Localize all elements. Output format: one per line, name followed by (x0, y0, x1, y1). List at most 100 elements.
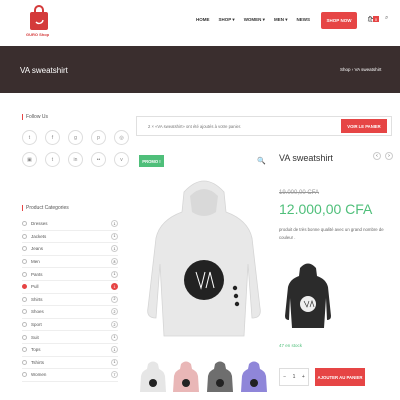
category-label: Tshirts (31, 359, 45, 365)
category-count: 1 (111, 220, 118, 228)
category-item[interactable]: Jackets 1 (22, 231, 118, 244)
category-item[interactable]: Tops 1 (22, 344, 118, 357)
social-icons: t f g p ◎ ▣ t in •• v (22, 130, 129, 167)
category-count: 1 (111, 270, 118, 278)
pinterest-icon[interactable]: p (91, 130, 106, 145)
product-thumbnail[interactable] (206, 358, 234, 398)
category-item[interactable]: Pants 1 (22, 268, 118, 281)
tumblr-icon[interactable]: t (45, 152, 60, 167)
vimeo-icon[interactable]: v (114, 152, 129, 167)
category-count: 1 (111, 232, 118, 240)
product-title: VA sweatshirt (279, 153, 333, 163)
category-item[interactable]: Jeans 1 (22, 243, 118, 256)
product-thumbnail[interactable] (172, 358, 200, 398)
category-radio[interactable] (22, 233, 27, 239)
nav-shop[interactable]: SHOP ▾ (219, 17, 235, 23)
cart-count-badge: 0 (373, 16, 379, 22)
follow-us-title: Follow Us (22, 114, 48, 120)
category-count: 2 (111, 295, 118, 303)
category-item[interactable]: Shoes 2 (22, 306, 118, 319)
category-label: Shirts (31, 296, 43, 302)
category-count: 1 (111, 245, 118, 253)
category-radio[interactable] (22, 284, 27, 290)
shop-now-button[interactable]: SHOP NOW (321, 12, 357, 29)
category-radio[interactable] (22, 271, 27, 277)
category-label: Women (31, 372, 47, 378)
category-count: 1 (111, 333, 118, 341)
dribbble-icon[interactable]: ◎ (114, 130, 129, 145)
breadcrumb[interactable]: Shop › VA sweatshirt (340, 67, 381, 72)
category-radio[interactable] (22, 347, 27, 353)
category-label: Dresses (31, 221, 48, 227)
category-count: 2 (111, 308, 118, 316)
nav-news[interactable]: NEWS (296, 17, 310, 23)
category-label: Jeans (31, 246, 44, 252)
category-radio[interactable] (22, 259, 27, 265)
category-item[interactable]: Women 7 (22, 369, 118, 382)
category-count: 1 (111, 346, 118, 354)
category-label: Sport (31, 322, 42, 328)
promo-badge: PROMO ! (139, 155, 164, 167)
category-item[interactable]: Sport 2 (22, 319, 118, 332)
next-product-icon[interactable]: › (385, 152, 393, 160)
category-radio[interactable] (22, 246, 27, 252)
google-plus-icon[interactable]: g (68, 130, 83, 145)
nav-home[interactable]: HOME (196, 17, 210, 23)
category-list: Dresses 1 Jackets 1 Jeans 1 Men 8 Pants 1 Pull 1 Shi… (22, 218, 118, 382)
search-icon[interactable]: ⌕ (385, 15, 388, 22)
nav-men[interactable]: MEN ▾ (274, 17, 288, 23)
category-count: 8 (111, 258, 118, 266)
category-item[interactable]: Dresses 1 (22, 218, 118, 231)
category-count: 7 (111, 371, 118, 379)
category-label: Pants (31, 271, 43, 277)
category-label: Suit (31, 334, 39, 340)
category-count: 2 (111, 321, 118, 329)
qty-plus[interactable]: + (302, 374, 305, 380)
instagram-icon[interactable]: ▣ (22, 152, 37, 167)
qty-value[interactable]: 1 (293, 374, 296, 380)
flickr-icon[interactable]: •• (91, 152, 106, 167)
category-radio[interactable] (22, 334, 27, 340)
product-variant-image (285, 263, 331, 328)
qty-minus[interactable]: − (283, 374, 286, 380)
page-title: VA sweatshirt (20, 66, 68, 75)
stock-status: 47 en stock (279, 343, 303, 348)
category-radio[interactable] (22, 296, 27, 302)
logo-text: GURO Shop (26, 32, 50, 37)
logo-bag-icon[interactable] (28, 5, 50, 31)
category-item[interactable]: Men 8 (22, 256, 118, 269)
category-item[interactable]: Shirts 2 (22, 294, 118, 307)
product-description: produit de très bonne qualité avec un gr… (279, 227, 384, 240)
facebook-icon[interactable]: f (45, 130, 60, 145)
quantity-stepper[interactable]: − 1 + (279, 368, 309, 386)
category-radio[interactable] (22, 322, 27, 328)
add-to-cart-button[interactable]: AJOUTER AU PANIER (315, 368, 365, 386)
category-count: 1 (111, 283, 118, 291)
category-item[interactable]: Pull 1 (22, 281, 118, 294)
view-cart-button[interactable]: VOIR LE PANIER (341, 119, 387, 133)
category-label: Tops (31, 347, 41, 353)
product-thumbnail[interactable] (139, 358, 167, 398)
category-label: Jackets (31, 233, 47, 239)
linkedin-icon[interactable]: in (68, 152, 83, 167)
category-item[interactable]: Tshirts 1 (22, 357, 118, 370)
sale-price: 12.000,00 CFA (279, 201, 373, 217)
product-nav: ‹ › (373, 152, 393, 160)
nav-women[interactable]: WOMEN ▾ (244, 17, 265, 23)
category-item[interactable]: Suit 1 (22, 331, 118, 344)
category-label: Shoes (31, 309, 44, 315)
twitter-icon[interactable]: t (22, 130, 37, 145)
zoom-icon[interactable]: 🔍 (257, 157, 266, 165)
category-radio[interactable] (22, 221, 27, 227)
main-nav: HOME SHOP ▾ WOMEN ▾ MEN ▾ NEWS (196, 17, 310, 23)
category-label: Men (31, 259, 40, 265)
product-thumbnail[interactable] (240, 358, 268, 398)
category-label: Pull (31, 284, 39, 290)
category-radio[interactable] (22, 359, 27, 365)
category-radio[interactable] (22, 309, 27, 315)
prev-product-icon[interactable]: ‹ (373, 152, 381, 160)
cart-notice-text: 2 × «VA sweatshirt» ont été ajoutés à vo… (148, 124, 242, 129)
category-radio[interactable] (22, 372, 27, 378)
product-main-image[interactable] (140, 168, 268, 348)
category-count: 1 (111, 358, 118, 366)
